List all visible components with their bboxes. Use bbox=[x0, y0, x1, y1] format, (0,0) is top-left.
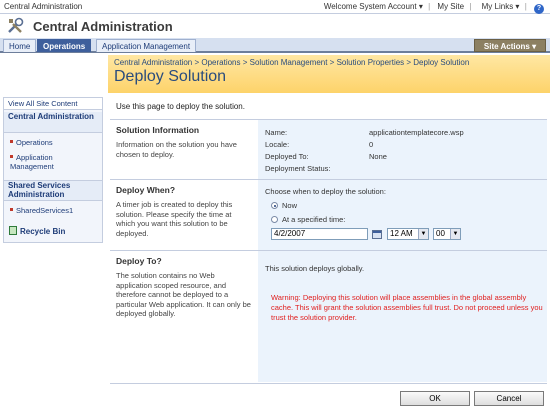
section-description: Information on the solution you have cho… bbox=[116, 140, 237, 159]
recycle-bin-link[interactable]: Recycle Bin bbox=[9, 226, 65, 236]
nav-item-operations[interactable]: Operations bbox=[10, 138, 53, 147]
ok-button[interactable]: OK bbox=[400, 391, 470, 406]
welcome-menu[interactable]: Welcome System Account ▾ bbox=[321, 2, 423, 11]
calendar-icon[interactable] bbox=[372, 230, 382, 239]
section-label-column: Deploy To? The solution contains no Web … bbox=[110, 251, 258, 382]
section-heading: Solution Information bbox=[116, 125, 200, 135]
top-nav-tabs: Home Operations Application Management S… bbox=[0, 38, 550, 53]
date-input[interactable]: 4/2/2007 bbox=[271, 228, 368, 240]
page-description: Use this page to deploy the solution. bbox=[116, 102, 245, 111]
chevron-down-icon: ▼ bbox=[450, 229, 460, 239]
section-description: A timer job is created to deploy this so… bbox=[116, 200, 233, 238]
view-all-site-content-link[interactable]: View All Site Content bbox=[4, 98, 102, 110]
nav-heading-central-administration[interactable]: Central Administration bbox=[4, 112, 102, 133]
recycle-bin-label: Recycle Bin bbox=[20, 227, 66, 236]
nav-item-label: Application Management bbox=[10, 153, 54, 171]
page-title: Deploy Solution bbox=[114, 68, 227, 85]
site-title[interactable]: Central Administration bbox=[33, 19, 173, 34]
deploy-scope-info: This solution deploys globally. bbox=[265, 264, 365, 273]
section-control-column: This solution deploys globally. bbox=[258, 251, 547, 382]
button-bar: OK Cancel bbox=[110, 383, 547, 413]
deploy-to-section: Deploy To? The solution contains no Web … bbox=[110, 251, 547, 382]
welcome-label: Welcome System Account bbox=[323, 2, 417, 11]
tab-operations[interactable]: Operations bbox=[37, 39, 92, 52]
minute-select[interactable]: 00 ▼ bbox=[433, 228, 461, 240]
tab-home[interactable]: Home bbox=[3, 39, 37, 52]
nav-item-label: SharedServices1 bbox=[16, 206, 74, 215]
nav-item-application-management[interactable]: Application Management bbox=[10, 153, 90, 171]
separator: | bbox=[469, 2, 472, 11]
quick-launch: View All Site Content Central Administra… bbox=[3, 97, 103, 243]
chevron-down-icon: ▼ bbox=[418, 229, 428, 239]
bullet-icon bbox=[10, 155, 13, 158]
admin-tools-icon bbox=[8, 17, 24, 33]
top-links: Welcome System Account ▾ | My Site | My … bbox=[318, 2, 544, 14]
my-links-label: My Links bbox=[481, 2, 514, 11]
section-label-column: Deploy When? A timer job is created to d… bbox=[110, 180, 258, 250]
help-icon[interactable]: ? bbox=[534, 4, 544, 14]
separator: | bbox=[524, 2, 527, 11]
section-label-column: Solution Information Information on the … bbox=[110, 120, 258, 179]
top-bar: Central Administration Welcome System Ac… bbox=[0, 0, 550, 14]
hour-value: 12 AM bbox=[390, 229, 413, 238]
nav-heading-shared-services[interactable]: Shared Services Administration bbox=[4, 180, 102, 201]
site-actions-label: Site Actions bbox=[483, 42, 530, 51]
bullet-icon bbox=[10, 208, 13, 211]
site-header: Central Administration bbox=[0, 14, 550, 38]
section-description: The solution contains no Web application… bbox=[116, 271, 251, 318]
section-heading: Deploy To? bbox=[116, 256, 162, 266]
hour-select[interactable]: 12 AM ▼ bbox=[387, 228, 429, 240]
my-site-link[interactable]: My Site bbox=[437, 2, 464, 11]
separator: | bbox=[428, 2, 431, 11]
breadcrumb[interactable]: Central Administration > Operations > So… bbox=[114, 58, 469, 67]
nav-item-label: Operations bbox=[16, 138, 53, 147]
page-title-area: Central Administration > Operations > So… bbox=[108, 55, 550, 93]
site-name-link[interactable]: Central Administration bbox=[4, 2, 82, 11]
section-heading: Deploy When? bbox=[116, 185, 176, 195]
site-actions-menu[interactable]: Site Actions ▾ bbox=[474, 39, 546, 52]
nav-item-sharedservices1[interactable]: SharedServices1 bbox=[10, 206, 73, 215]
bullet-icon bbox=[10, 140, 13, 143]
tab-application-management[interactable]: Application Management bbox=[96, 39, 197, 52]
cancel-button[interactable]: Cancel bbox=[474, 391, 544, 406]
schedule-controls: 4/2/2007 12 AM ▼ 00 ▼ bbox=[258, 119, 547, 249]
recycle-bin-icon bbox=[9, 226, 17, 235]
minute-value: 00 bbox=[436, 229, 445, 238]
my-links-menu[interactable]: My Links ▾ bbox=[479, 2, 520, 11]
